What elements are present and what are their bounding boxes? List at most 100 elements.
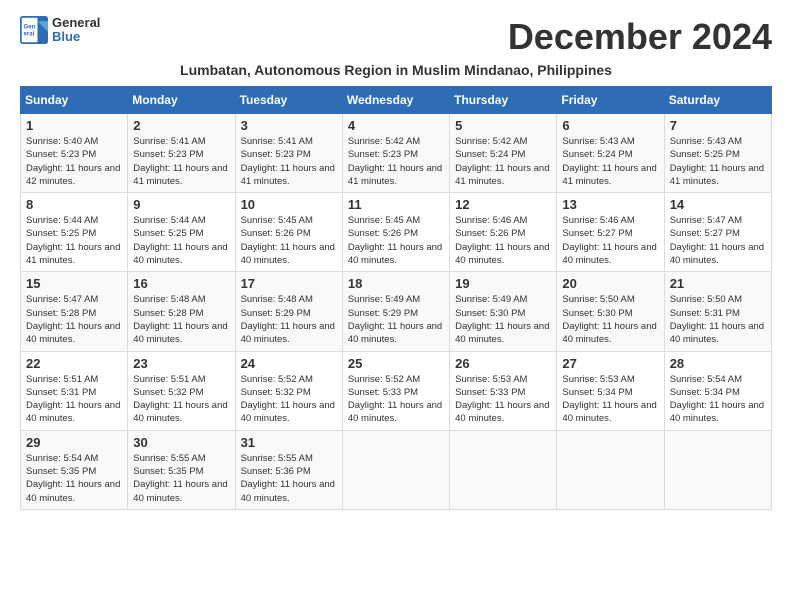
week-row-0: 1 Sunrise: 5:40 AM Sunset: 5:23 PM Dayli…	[21, 114, 772, 193]
day-cell: 26 Sunrise: 5:53 AM Sunset: 5:33 PM Dayl…	[450, 351, 557, 430]
day-cell: 8 Sunrise: 5:44 AM Sunset: 5:25 PM Dayli…	[21, 193, 128, 272]
week-row-1: 8 Sunrise: 5:44 AM Sunset: 5:25 PM Dayli…	[21, 193, 772, 272]
day-info: Sunrise: 5:52 AM Sunset: 5:32 PM Dayligh…	[241, 373, 337, 426]
day-cell: 31 Sunrise: 5:55 AM Sunset: 5:36 PM Dayl…	[235, 430, 342, 509]
week-row-4: 29 Sunrise: 5:54 AM Sunset: 5:35 PM Dayl…	[21, 430, 772, 509]
day-info: Sunrise: 5:55 AM Sunset: 5:35 PM Dayligh…	[133, 452, 229, 505]
day-number: 5	[455, 118, 551, 133]
day-info: Sunrise: 5:52 AM Sunset: 5:33 PM Dayligh…	[348, 373, 444, 426]
day-cell	[342, 430, 449, 509]
day-info: Sunrise: 5:44 AM Sunset: 5:25 PM Dayligh…	[133, 214, 229, 267]
day-number: 17	[241, 276, 337, 291]
day-number: 20	[562, 276, 658, 291]
day-info: Sunrise: 5:47 AM Sunset: 5:27 PM Dayligh…	[670, 214, 766, 267]
svg-text:eral: eral	[24, 31, 35, 38]
day-cell: 21 Sunrise: 5:50 AM Sunset: 5:31 PM Dayl…	[664, 272, 771, 351]
day-cell: 20 Sunrise: 5:50 AM Sunset: 5:30 PM Dayl…	[557, 272, 664, 351]
day-info: Sunrise: 5:49 AM Sunset: 5:29 PM Dayligh…	[348, 293, 444, 346]
day-cell: 5 Sunrise: 5:42 AM Sunset: 5:24 PM Dayli…	[450, 114, 557, 193]
week-row-2: 15 Sunrise: 5:47 AM Sunset: 5:28 PM Dayl…	[21, 272, 772, 351]
day-info: Sunrise: 5:54 AM Sunset: 5:34 PM Dayligh…	[670, 373, 766, 426]
day-number: 11	[348, 197, 444, 212]
day-info: Sunrise: 5:55 AM Sunset: 5:36 PM Dayligh…	[241, 452, 337, 505]
day-cell: 4 Sunrise: 5:42 AM Sunset: 5:23 PM Dayli…	[342, 114, 449, 193]
day-cell: 27 Sunrise: 5:53 AM Sunset: 5:34 PM Dayl…	[557, 351, 664, 430]
day-number: 19	[455, 276, 551, 291]
day-cell: 2 Sunrise: 5:41 AM Sunset: 5:23 PM Dayli…	[128, 114, 235, 193]
day-number: 31	[241, 435, 337, 450]
day-cell: 28 Sunrise: 5:54 AM Sunset: 5:34 PM Dayl…	[664, 351, 771, 430]
svg-text:Gen: Gen	[24, 24, 36, 31]
month-title: December 2024	[508, 16, 772, 58]
day-info: Sunrise: 5:48 AM Sunset: 5:29 PM Dayligh…	[241, 293, 337, 346]
day-cell: 25 Sunrise: 5:52 AM Sunset: 5:33 PM Dayl…	[342, 351, 449, 430]
day-number: 6	[562, 118, 658, 133]
day-info: Sunrise: 5:43 AM Sunset: 5:25 PM Dayligh…	[670, 135, 766, 188]
header-monday: Monday	[128, 87, 235, 114]
day-number: 3	[241, 118, 337, 133]
day-info: Sunrise: 5:51 AM Sunset: 5:31 PM Dayligh…	[26, 373, 122, 426]
week-row-3: 22 Sunrise: 5:51 AM Sunset: 5:31 PM Dayl…	[21, 351, 772, 430]
day-number: 15	[26, 276, 122, 291]
day-number: 22	[26, 356, 122, 371]
day-cell: 12 Sunrise: 5:46 AM Sunset: 5:26 PM Dayl…	[450, 193, 557, 272]
day-cell: 16 Sunrise: 5:48 AM Sunset: 5:28 PM Dayl…	[128, 272, 235, 351]
day-number: 4	[348, 118, 444, 133]
day-cell	[450, 430, 557, 509]
logo: Gen eral General Blue	[20, 16, 100, 45]
day-cell: 1 Sunrise: 5:40 AM Sunset: 5:23 PM Dayli…	[21, 114, 128, 193]
day-cell	[557, 430, 664, 509]
day-number: 30	[133, 435, 229, 450]
logo-blue: Blue	[52, 30, 100, 44]
header-wednesday: Wednesday	[342, 87, 449, 114]
day-number: 13	[562, 197, 658, 212]
day-cell: 15 Sunrise: 5:47 AM Sunset: 5:28 PM Dayl…	[21, 272, 128, 351]
day-number: 1	[26, 118, 122, 133]
day-info: Sunrise: 5:44 AM Sunset: 5:25 PM Dayligh…	[26, 214, 122, 267]
day-info: Sunrise: 5:54 AM Sunset: 5:35 PM Dayligh…	[26, 452, 122, 505]
day-info: Sunrise: 5:41 AM Sunset: 5:23 PM Dayligh…	[241, 135, 337, 188]
day-number: 25	[348, 356, 444, 371]
day-cell: 3 Sunrise: 5:41 AM Sunset: 5:23 PM Dayli…	[235, 114, 342, 193]
day-number: 2	[133, 118, 229, 133]
logo-icon: Gen eral	[20, 16, 48, 44]
day-number: 8	[26, 197, 122, 212]
day-cell: 24 Sunrise: 5:52 AM Sunset: 5:32 PM Dayl…	[235, 351, 342, 430]
day-info: Sunrise: 5:48 AM Sunset: 5:28 PM Dayligh…	[133, 293, 229, 346]
page-header: Gen eral General Blue December 2024	[20, 16, 772, 58]
header-thursday: Thursday	[450, 87, 557, 114]
day-number: 24	[241, 356, 337, 371]
day-number: 9	[133, 197, 229, 212]
day-cell: 10 Sunrise: 5:45 AM Sunset: 5:26 PM Dayl…	[235, 193, 342, 272]
day-number: 26	[455, 356, 551, 371]
day-info: Sunrise: 5:42 AM Sunset: 5:23 PM Dayligh…	[348, 135, 444, 188]
header-saturday: Saturday	[664, 87, 771, 114]
day-cell	[664, 430, 771, 509]
day-cell: 30 Sunrise: 5:55 AM Sunset: 5:35 PM Dayl…	[128, 430, 235, 509]
day-info: Sunrise: 5:51 AM Sunset: 5:32 PM Dayligh…	[133, 373, 229, 426]
day-cell: 7 Sunrise: 5:43 AM Sunset: 5:25 PM Dayli…	[664, 114, 771, 193]
day-cell: 17 Sunrise: 5:48 AM Sunset: 5:29 PM Dayl…	[235, 272, 342, 351]
header-sunday: Sunday	[21, 87, 128, 114]
day-info: Sunrise: 5:53 AM Sunset: 5:34 PM Dayligh…	[562, 373, 658, 426]
day-cell: 18 Sunrise: 5:49 AM Sunset: 5:29 PM Dayl…	[342, 272, 449, 351]
day-cell: 9 Sunrise: 5:44 AM Sunset: 5:25 PM Dayli…	[128, 193, 235, 272]
day-info: Sunrise: 5:46 AM Sunset: 5:26 PM Dayligh…	[455, 214, 551, 267]
day-number: 10	[241, 197, 337, 212]
day-number: 16	[133, 276, 229, 291]
day-info: Sunrise: 5:40 AM Sunset: 5:23 PM Dayligh…	[26, 135, 122, 188]
day-number: 14	[670, 197, 766, 212]
day-cell: 29 Sunrise: 5:54 AM Sunset: 5:35 PM Dayl…	[21, 430, 128, 509]
day-info: Sunrise: 5:53 AM Sunset: 5:33 PM Dayligh…	[455, 373, 551, 426]
day-info: Sunrise: 5:45 AM Sunset: 5:26 PM Dayligh…	[241, 214, 337, 267]
day-info: Sunrise: 5:43 AM Sunset: 5:24 PM Dayligh…	[562, 135, 658, 188]
day-cell: 11 Sunrise: 5:45 AM Sunset: 5:26 PM Dayl…	[342, 193, 449, 272]
day-info: Sunrise: 5:45 AM Sunset: 5:26 PM Dayligh…	[348, 214, 444, 267]
day-number: 23	[133, 356, 229, 371]
day-info: Sunrise: 5:41 AM Sunset: 5:23 PM Dayligh…	[133, 135, 229, 188]
day-cell: 22 Sunrise: 5:51 AM Sunset: 5:31 PM Dayl…	[21, 351, 128, 430]
day-cell: 19 Sunrise: 5:49 AM Sunset: 5:30 PM Dayl…	[450, 272, 557, 351]
day-number: 21	[670, 276, 766, 291]
day-info: Sunrise: 5:50 AM Sunset: 5:30 PM Dayligh…	[562, 293, 658, 346]
logo-general: General	[52, 16, 100, 30]
